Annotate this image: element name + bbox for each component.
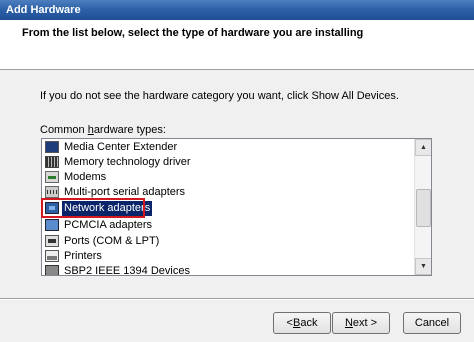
printer-icon <box>45 250 59 262</box>
memory-chip-icon <box>45 156 59 168</box>
list-item[interactable]: PCMCIA adapters <box>45 217 154 233</box>
header-title: From the list below, select the type of … <box>22 27 364 39</box>
list-label: Common hardware types: <box>40 124 166 136</box>
wizard-header: From the list below, select the type of … <box>0 20 474 70</box>
button-divider <box>0 298 474 300</box>
serial-port-icon <box>45 186 59 198</box>
list-item[interactable]: Printers <box>45 248 104 264</box>
list-item-label: Modems <box>64 170 107 183</box>
list-item[interactable]: Ports (COM & LPT) <box>45 233 161 249</box>
modem-icon <box>45 171 59 183</box>
window-title: Add Hardware <box>6 4 81 16</box>
hint-text: If you do not see the hardware category … <box>40 90 399 102</box>
list-item[interactable]: Modems <box>45 169 108 185</box>
list-item[interactable]: SBP2 IEEE 1394 Devices <box>45 263 192 276</box>
window-titlebar: Add Hardware <box>0 0 474 20</box>
next-button[interactable]: Next > <box>332 312 390 334</box>
list-item-label: Memory technology driver <box>64 155 191 168</box>
cancel-button[interactable]: Cancel <box>403 312 461 334</box>
scroll-up-button[interactable]: ▲ <box>415 139 431 156</box>
sbp2-device-icon <box>45 265 59 275</box>
list-scrollbar[interactable]: ▲ ▼ <box>414 139 431 275</box>
list-item-label: Printers <box>64 249 102 262</box>
list-item-label: SBP2 IEEE 1394 Devices <box>64 264 190 276</box>
scroll-thumb[interactable] <box>416 189 431 227</box>
scroll-down-button[interactable]: ▼ <box>415 258 431 275</box>
back-button[interactable]: < Back <box>273 312 331 334</box>
list-item[interactable]: Media Center Extender <box>45 139 179 155</box>
list-item-label: PCMCIA adapters <box>64 218 153 231</box>
arrow-down-icon: ▼ <box>420 263 427 270</box>
callout-highlight-box <box>41 198 145 218</box>
list-item[interactable]: Memory technology driver <box>45 154 193 170</box>
media-center-icon <box>45 141 59 153</box>
pcmcia-icon <box>45 219 59 231</box>
list-item-label: Media Center Extender <box>64 140 178 153</box>
list-item-label: Ports (COM & LPT) <box>64 234 160 247</box>
arrow-up-icon: ▲ <box>420 144 427 151</box>
port-icon <box>45 235 59 247</box>
